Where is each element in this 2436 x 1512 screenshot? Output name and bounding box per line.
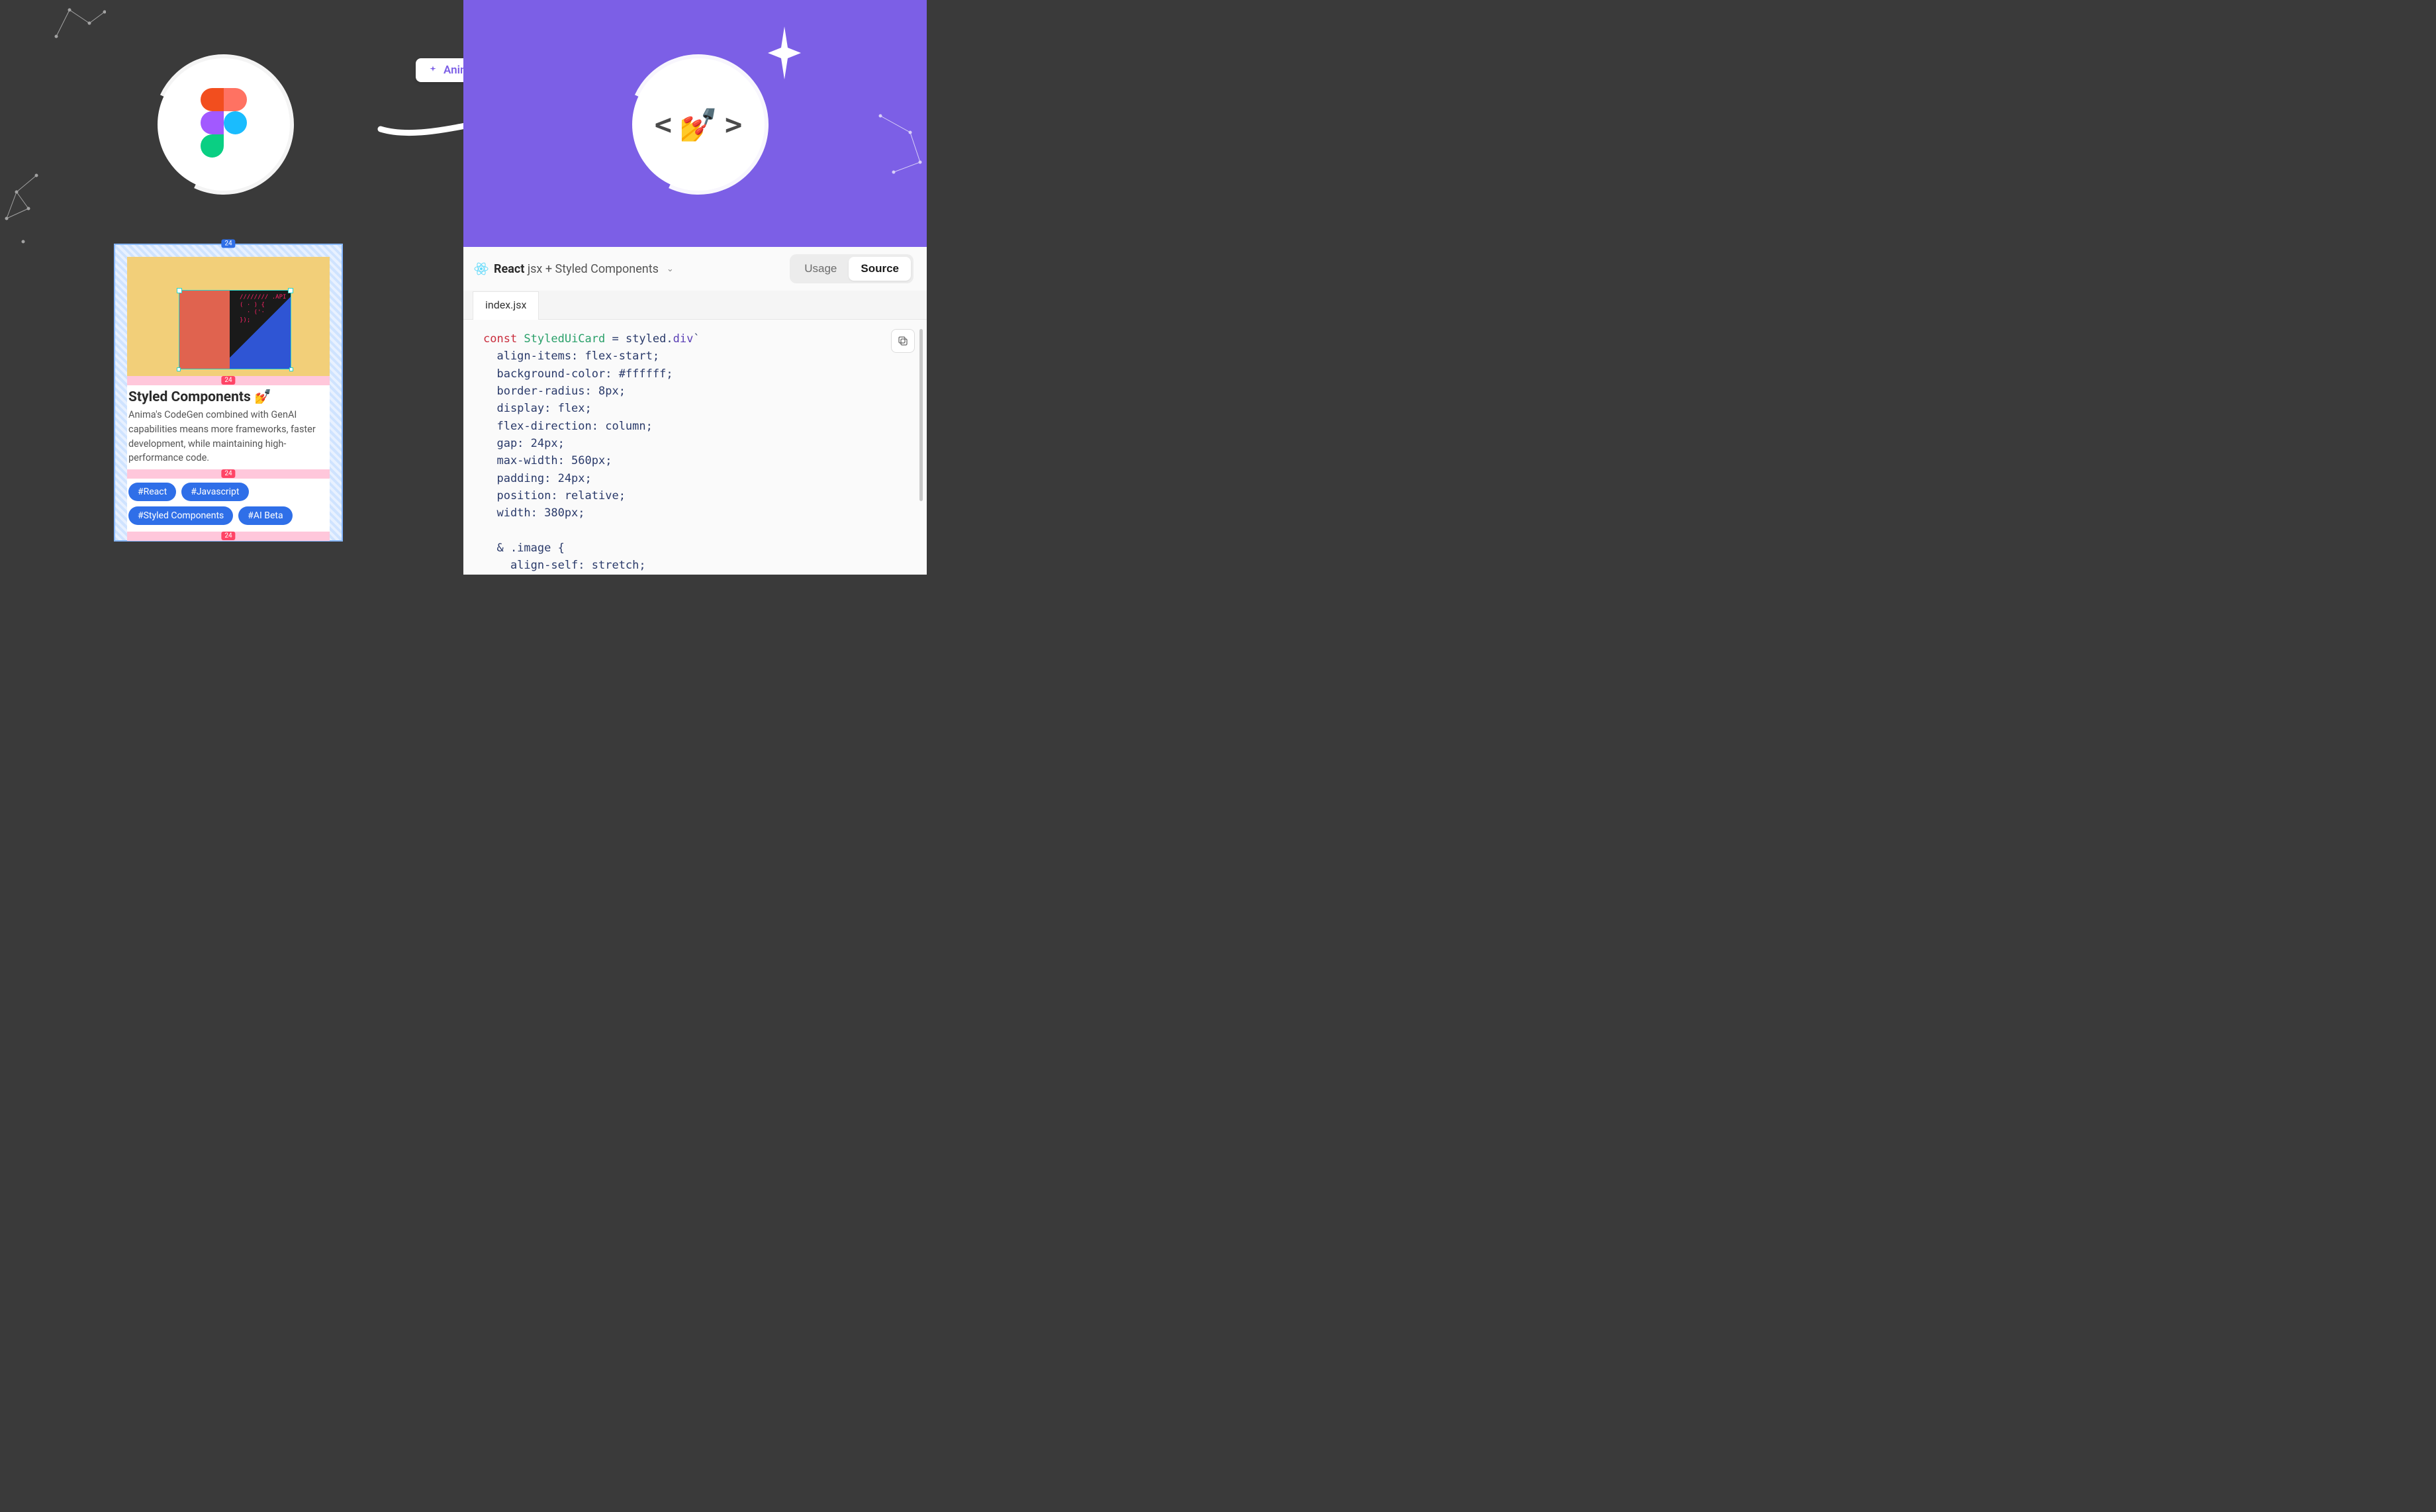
purple-hero: < 💅 > bbox=[463, 0, 927, 247]
chevron-down-icon: ⌄ bbox=[667, 264, 674, 274]
constellation-decoration bbox=[53, 7, 106, 46]
tag-chips: #React #Javascript #Styled Components #A… bbox=[127, 479, 330, 529]
figma-logo-icon bbox=[201, 88, 247, 161]
sparkle-star-icon bbox=[768, 26, 801, 79]
figma-selection-frame[interactable]: 24 //////// .API( · ) { · ('·}); 24 Styl… bbox=[114, 244, 343, 542]
react-icon bbox=[474, 261, 489, 276]
tag-chip[interactable]: #Styled Components bbox=[128, 506, 233, 525]
card-image: //////// .API( · ) { · ('·}); bbox=[127, 257, 330, 376]
constellation-decoration bbox=[874, 109, 927, 182]
code-badge: < 💅 > bbox=[632, 58, 765, 191]
scrollbar[interactable] bbox=[919, 329, 923, 501]
spacing-badge: 24 bbox=[221, 532, 235, 540]
code-block[interactable]: const StyledUiCard = styled.div` align-i… bbox=[463, 320, 927, 574]
sparkle-icon bbox=[428, 65, 438, 75]
card-body-text: Anima's CodeGen combined with GenAI capa… bbox=[127, 408, 330, 469]
spacing-badge: 24 bbox=[221, 376, 235, 385]
tag-chip[interactable]: #AI Beta bbox=[238, 506, 292, 525]
constellation-decoration bbox=[3, 172, 43, 245]
spacing-badge: 24 bbox=[221, 469, 235, 478]
tag-chip[interactable]: #React bbox=[128, 483, 176, 501]
nail-polish-emoji-icon: 💅 bbox=[679, 106, 718, 144]
copy-button[interactable] bbox=[891, 329, 915, 353]
angle-right-icon: > bbox=[725, 108, 743, 142]
view-toggle: Usage Source bbox=[790, 254, 914, 283]
framework-selector[interactable]: React jsx + Styled Components ⌄ bbox=[474, 261, 674, 276]
usage-toggle[interactable]: Usage bbox=[792, 257, 849, 281]
card-title: Styled Components 💅 bbox=[127, 385, 330, 408]
ui-card: //////// .API( · ) { · ('·}); 24 Styled … bbox=[127, 257, 330, 541]
figma-badge bbox=[158, 58, 290, 191]
code-output-panel: React jsx + Styled Components ⌄ Usage So… bbox=[463, 247, 927, 575]
file-tab[interactable]: index.jsx bbox=[473, 291, 539, 320]
copy-icon bbox=[897, 335, 909, 347]
inner-selection-box[interactable] bbox=[179, 290, 291, 369]
tag-chip[interactable]: #Javascript bbox=[181, 483, 248, 501]
design-panel: 24 //////// .API( · ) { · ('·}); 24 Styl… bbox=[0, 0, 463, 575]
angle-left-icon: < bbox=[655, 108, 673, 142]
spacing-badge: 24 bbox=[221, 240, 235, 248]
code-toolbar: React jsx + Styled Components ⌄ Usage So… bbox=[463, 247, 927, 291]
code-panel: < 💅 > React jsx + Styled Components ⌄ Us… bbox=[463, 0, 927, 575]
file-tab-strip: index.jsx bbox=[463, 291, 927, 320]
source-toggle[interactable]: Source bbox=[849, 257, 911, 281]
